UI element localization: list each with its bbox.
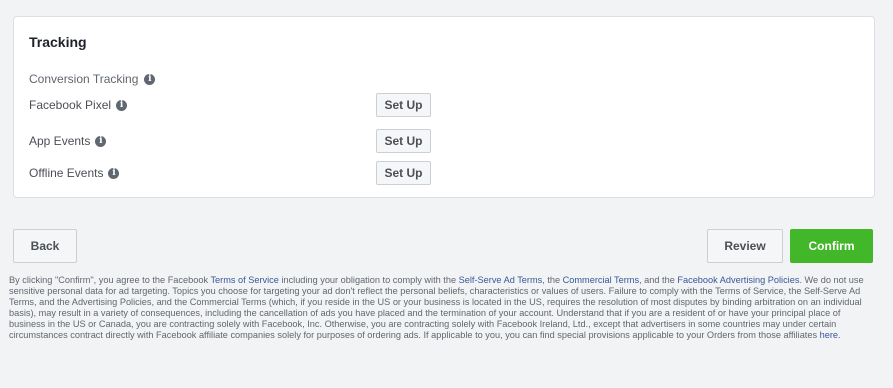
facebook-pixel-setup-button[interactable]: Set Up [376, 93, 431, 117]
legal-text: By clicking "Confirm", you agree to the … [9, 275, 211, 285]
here-link[interactable]: here [820, 330, 838, 340]
info-icon[interactable]: i [95, 135, 107, 147]
legal-text: , the [542, 275, 563, 285]
app-events-label: App Events i [29, 134, 107, 148]
conversion-tracking-text: Conversion Tracking [29, 72, 139, 86]
facebook-pixel-label: Facebook Pixel i [29, 98, 128, 112]
legal-text: . [838, 330, 841, 341]
self-serve-ad-terms-link[interactable]: Self-Serve Ad Terms [459, 275, 543, 285]
legal-text: including your obligation to comply with… [278, 275, 459, 285]
offline-events-text: Offline Events [29, 166, 104, 180]
app-events-text: App Events [29, 134, 91, 148]
legal-text: , and the [639, 275, 678, 285]
tracking-card: Tracking Conversion Tracking i Facebook … [13, 16, 875, 198]
tracking-title: Tracking [29, 34, 87, 50]
legal-disclaimer: By clicking "Confirm", you agree to the … [9, 275, 869, 342]
offline-events-label: Offline Events i [29, 166, 120, 180]
facebook-pixel-text: Facebook Pixel [29, 98, 112, 112]
advertising-policies-link[interactable]: Facebook Advertising Policies [677, 275, 799, 285]
commercial-terms-link[interactable]: Commercial Terms [563, 275, 639, 285]
info-icon[interactable]: i [116, 99, 128, 111]
app-events-setup-button[interactable]: Set Up [376, 129, 431, 153]
offline-events-setup-button[interactable]: Set Up [376, 161, 431, 185]
conversion-tracking-label: Conversion Tracking i [29, 72, 156, 86]
review-button[interactable]: Review [707, 229, 783, 263]
info-icon[interactable]: i [144, 73, 156, 85]
back-button[interactable]: Back [13, 229, 77, 263]
confirm-button[interactable]: Confirm [790, 229, 873, 263]
terms-of-service-link[interactable]: Terms of Service [210, 275, 278, 285]
info-icon[interactable]: i [108, 167, 120, 179]
